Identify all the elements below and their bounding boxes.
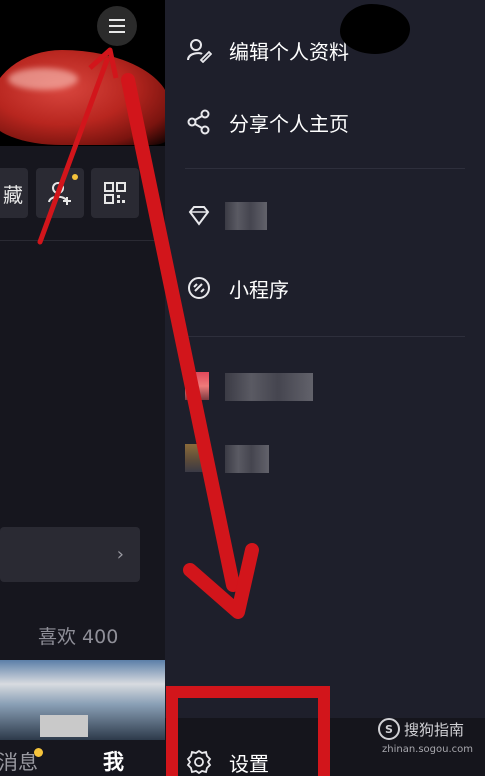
tab-me[interactable]: 我 bbox=[103, 746, 124, 776]
screen: 藏 › 喜欢 400 消息 我 编辑个人资料 分享个人主页 小程序 设置 S 搜… bbox=[0, 0, 485, 776]
video-thumbnail[interactable] bbox=[0, 660, 165, 740]
drawer-item-mini-program[interactable]: 小程序 bbox=[185, 268, 289, 308]
drawer-item-share-profile[interactable]: 分享个人主页 bbox=[185, 102, 349, 142]
qr-code-icon bbox=[104, 182, 126, 204]
side-drawer: 编辑个人资料 分享个人主页 小程序 bbox=[165, 0, 485, 776]
drawer-divider bbox=[185, 168, 465, 169]
add-friend-icon bbox=[48, 182, 71, 205]
tab-messages[interactable]: 消息 bbox=[0, 746, 38, 775]
bottom-tab-bar: 消息 我 bbox=[0, 740, 165, 776]
app-thumbnail bbox=[185, 372, 209, 400]
favorites-label: 藏 bbox=[3, 182, 23, 207]
profile-entry-card[interactable]: › bbox=[0, 527, 140, 582]
chevron-right-icon: › bbox=[116, 544, 124, 565]
profile-page-behind: 藏 › 喜欢 400 消息 我 bbox=[0, 0, 165, 776]
menu-icon bbox=[109, 19, 125, 21]
menu-icon-bar bbox=[109, 31, 125, 33]
pixelated-label bbox=[225, 445, 269, 473]
drawer-item-settings[interactable]: 设置 bbox=[185, 742, 269, 776]
link-icon bbox=[185, 274, 213, 302]
sogou-watermark: S 搜狗指南 bbox=[378, 718, 464, 740]
pixelated-label bbox=[225, 373, 313, 401]
gear-icon bbox=[185, 748, 213, 776]
profile-cover-image bbox=[0, 0, 165, 146]
notification-dot bbox=[72, 174, 78, 180]
profile-action-row: 藏 bbox=[0, 168, 165, 220]
drawer-item-blurred-3[interactable] bbox=[185, 438, 209, 478]
sogou-logo-icon: S bbox=[378, 718, 400, 740]
drawer-item-blurred-2[interactable] bbox=[185, 366, 209, 406]
add-friend-button[interactable] bbox=[36, 168, 84, 218]
share-icon bbox=[185, 108, 213, 136]
menu-icon-bar bbox=[109, 25, 125, 27]
likes-count[interactable]: 喜欢 400 bbox=[38, 622, 118, 649]
diamond-icon bbox=[185, 202, 213, 230]
drawer-item-label: 小程序 bbox=[229, 277, 289, 302]
settings-label: 设置 bbox=[229, 751, 269, 776]
drawer-item-label: 编辑个人资料 bbox=[229, 39, 349, 64]
drawer-item-edit-profile[interactable]: 编辑个人资料 bbox=[185, 30, 349, 70]
drawer-divider bbox=[185, 336, 465, 337]
app-thumbnail bbox=[185, 444, 209, 472]
cover-artwork bbox=[0, 50, 165, 145]
watermark-url: zhinan.sogou.com bbox=[382, 744, 474, 755]
drawer-item-blurred-1[interactable] bbox=[185, 196, 229, 236]
messages-badge-dot bbox=[34, 748, 43, 757]
edit-profile-icon bbox=[185, 36, 213, 64]
redaction-blob bbox=[340, 4, 410, 54]
qr-code-button[interactable] bbox=[91, 168, 139, 218]
hamburger-menu-button[interactable] bbox=[97, 6, 137, 46]
divider bbox=[0, 240, 165, 241]
drawer-item-label: 分享个人主页 bbox=[229, 111, 349, 136]
favorites-button[interactable]: 藏 bbox=[0, 168, 28, 218]
pixelated-label bbox=[225, 202, 267, 230]
watermark-brand: 搜狗指南 bbox=[404, 720, 465, 739]
